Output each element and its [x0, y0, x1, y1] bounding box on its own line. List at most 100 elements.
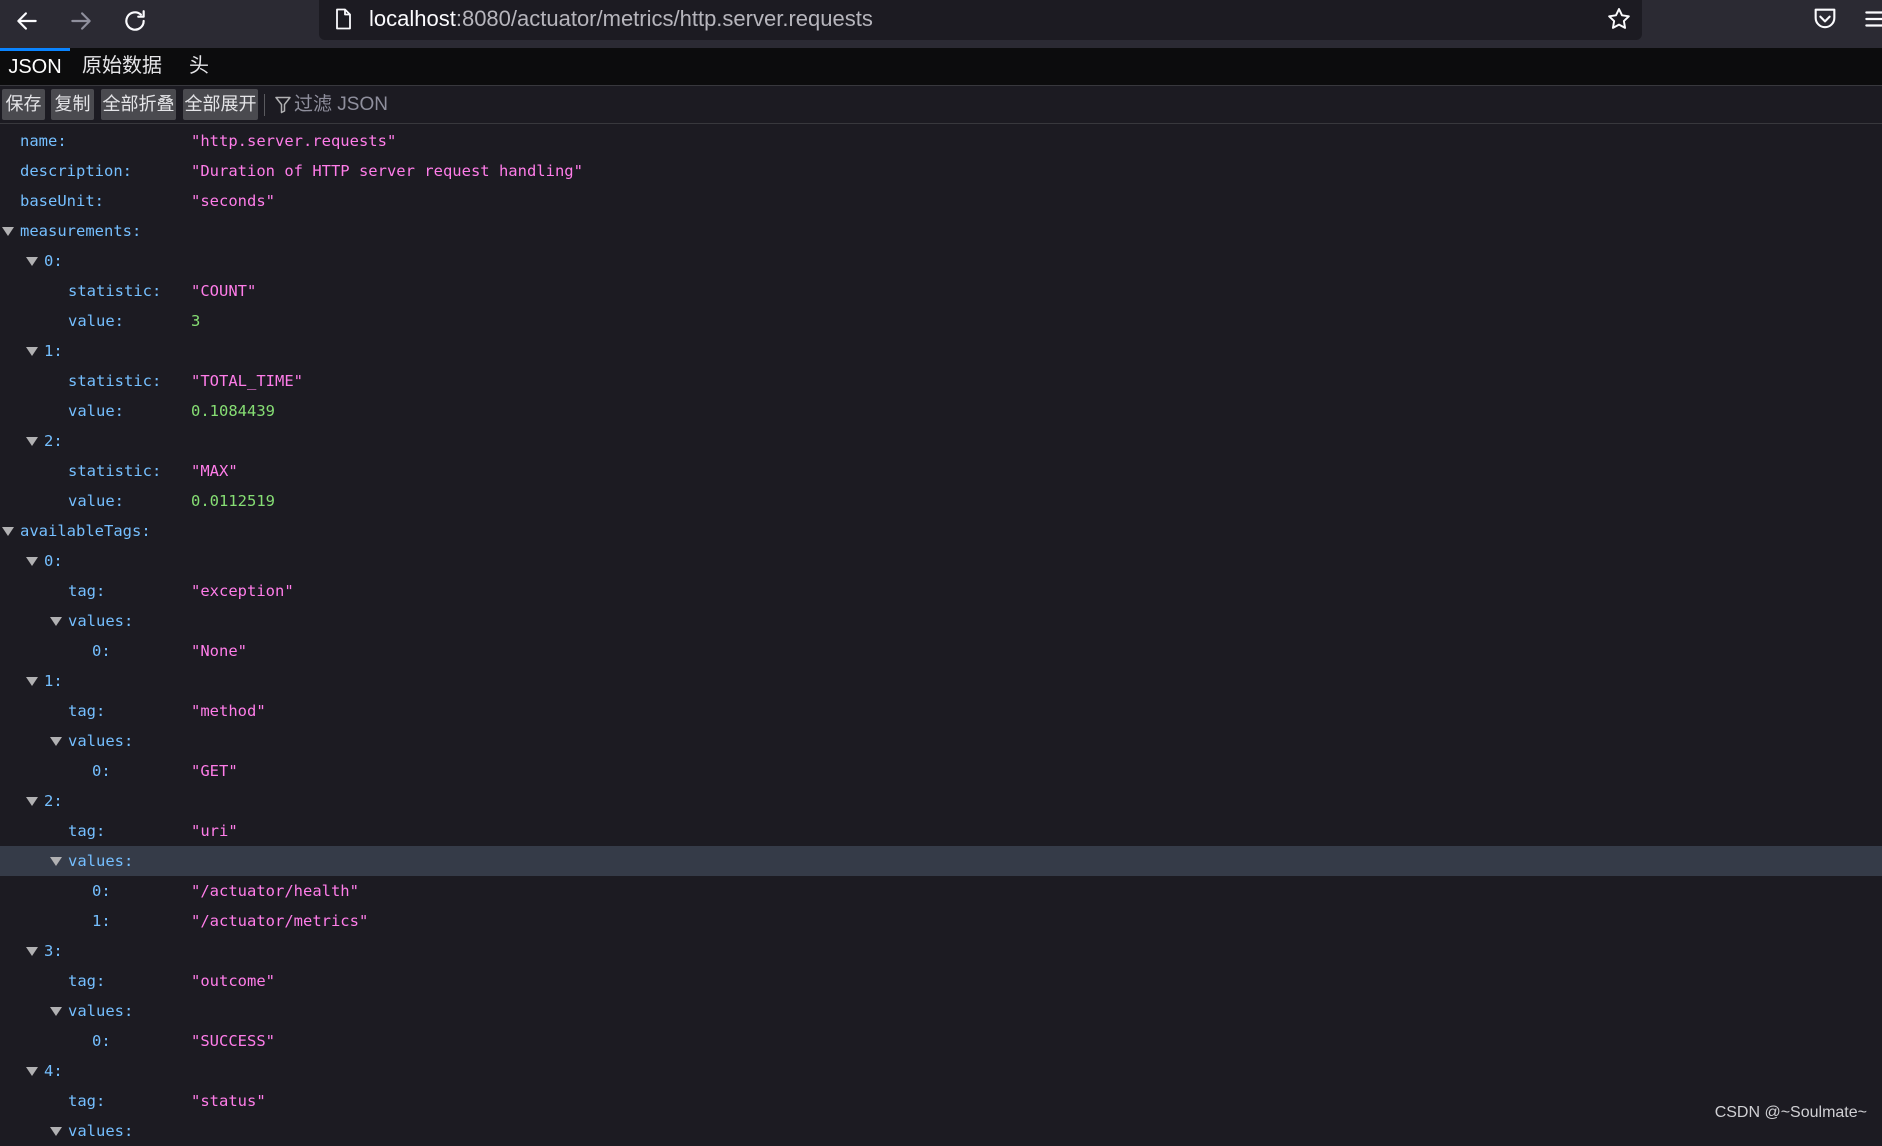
bookmark-star-icon[interactable] [1606, 6, 1632, 32]
tree-key: 3: [44, 942, 63, 960]
tree-row[interactable]: 0: "None" [0, 636, 1882, 666]
expand-toggle-icon[interactable] [50, 737, 62, 746]
expand-toggle-icon[interactable] [26, 257, 38, 266]
url-bar[interactable]: localhost:8080/actuator/metrics/http.ser… [319, 0, 1642, 40]
expand-toggle-icon[interactable] [26, 947, 38, 956]
tree-row[interactable]: tag: "uri" [0, 816, 1882, 846]
expand-toggle-icon[interactable] [26, 677, 38, 686]
tree-row[interactable]: 1: [0, 666, 1882, 696]
tree-key: values: [68, 1002, 134, 1020]
reload-icon [125, 10, 145, 31]
reload-button[interactable] [115, 2, 155, 40]
tree-row[interactable]: values: [0, 996, 1882, 1026]
tree-row[interactable]: values: [0, 1116, 1882, 1146]
pocket-icon[interactable] [1811, 5, 1839, 33]
url-text[interactable]: localhost:8080/actuator/metrics/http.ser… [369, 5, 873, 33]
tree-row[interactable]: tag: "status" [0, 1086, 1882, 1116]
tree-key: 0: [92, 762, 111, 780]
tree-value: "uri" [191, 822, 238, 840]
viewer-tabbar: JSON 原始数据 头 [0, 48, 1882, 86]
tree-row[interactable]: statistic: "TOTAL_TIME" [0, 366, 1882, 396]
tree-row[interactable]: name: "http.server.requests" [0, 126, 1882, 156]
expand-toggle-icon[interactable] [2, 227, 14, 236]
tree-row[interactable]: measurements: [0, 216, 1882, 246]
expand-toggle-icon[interactable] [26, 557, 38, 566]
tree-key: value: [68, 402, 124, 420]
tree-row[interactable]: 2: [0, 786, 1882, 816]
expand-toggle-icon[interactable] [50, 1127, 62, 1136]
tree-key: 1: [44, 342, 63, 360]
tree-row[interactable]: 1: "/actuator/metrics" [0, 906, 1882, 936]
tree-row[interactable]: 0: [0, 546, 1882, 576]
expand-toggle-icon[interactable] [26, 437, 38, 446]
tree-key: values: [68, 852, 134, 870]
tree-row[interactable]: 3: [0, 936, 1882, 966]
tab-json[interactable]: JSON [0, 48, 70, 86]
tree-row[interactable]: description: "Duration of HTTP server req… [0, 156, 1882, 186]
tree-value: 0.0112519 [191, 492, 275, 510]
tree-key: 2: [44, 792, 63, 810]
tree-row[interactable]: 1: [0, 336, 1882, 366]
expand-toggle-icon[interactable] [2, 527, 14, 536]
arrow-left-icon [17, 12, 37, 30]
tab-headers[interactable]: 头 [184, 48, 214, 86]
tree-row[interactable]: 4: [0, 1056, 1882, 1086]
tree-row[interactable]: tag: "method" [0, 696, 1882, 726]
tree-row[interactable]: values: [0, 846, 1882, 876]
tree-row[interactable]: 0: "GET" [0, 756, 1882, 786]
expand-toggle-icon[interactable] [26, 347, 38, 356]
copy-button[interactable]: 复制 [51, 89, 94, 120]
tree-key: availableTags: [20, 522, 151, 540]
tree-key: measurements: [20, 222, 142, 240]
browser-toolbar: localhost:8080/actuator/metrics/http.ser… [0, 0, 1882, 48]
tree-value: "http.server.requests" [191, 132, 397, 150]
tab-raw-data[interactable]: 原始数据 [80, 48, 164, 86]
save-button[interactable]: 保存 [2, 89, 45, 120]
tree-row[interactable]: availableTags: [0, 516, 1882, 546]
tree-key: tag: [68, 1092, 106, 1110]
expand-toggle-icon[interactable] [26, 1067, 38, 1076]
tree-key: values: [68, 732, 134, 750]
tree-row[interactable]: statistic: "MAX" [0, 456, 1882, 486]
tree-row[interactable]: values: [0, 726, 1882, 756]
tree-row[interactable]: value: 0.0112519 [0, 486, 1882, 516]
tree-row[interactable]: value: 3 [0, 306, 1882, 336]
url-path: :8080/actuator/metrics/http.server.reque… [455, 6, 873, 31]
tree-key: statistic: [68, 372, 162, 390]
tree-row[interactable]: 0: "SUCCESS" [0, 1026, 1882, 1056]
tree-value: "Duration of HTTP server request handlin… [191, 162, 583, 180]
toolbar-divider [264, 94, 265, 116]
tree-key: name: [20, 132, 67, 150]
tree-key: tag: [68, 582, 106, 600]
tree-value: "MAX" [191, 462, 238, 480]
tree-row[interactable]: value: 0.1084439 [0, 396, 1882, 426]
expand-toggle-icon[interactable] [26, 797, 38, 806]
expand-toggle-icon[interactable] [50, 1007, 62, 1016]
tree-value: "seconds" [191, 192, 275, 210]
filter-json-input[interactable] [294, 91, 594, 119]
json-toolbar: 保存 复制 全部折叠 全部展开 [0, 86, 1882, 124]
tree-row[interactable]: values: [0, 606, 1882, 636]
hamburger-menu-icon[interactable] [1862, 6, 1882, 32]
tree-row[interactable]: statistic: "COUNT" [0, 276, 1882, 306]
collapse-all-button[interactable]: 全部折叠 [101, 89, 176, 120]
tree-key: 0: [44, 552, 63, 570]
tree-row[interactable]: 2: [0, 426, 1882, 456]
expand-toggle-icon[interactable] [50, 617, 62, 626]
expand-all-button[interactable]: 全部展开 [183, 89, 258, 120]
back-button[interactable] [7, 2, 47, 40]
tree-key: baseUnit: [20, 192, 104, 210]
forward-button[interactable] [61, 2, 101, 40]
tree-key: value: [68, 492, 124, 510]
tree-key: tag: [68, 702, 106, 720]
tree-row[interactable]: baseUnit: "seconds" [0, 186, 1882, 216]
tree-key: values: [68, 612, 134, 630]
tree-row[interactable]: tag: "exception" [0, 576, 1882, 606]
tree-value: "status" [191, 1092, 266, 1110]
tree-row[interactable]: tag: "outcome" [0, 966, 1882, 996]
tree-key: tag: [68, 822, 106, 840]
tree-row[interactable]: 0: [0, 246, 1882, 276]
expand-toggle-icon[interactable] [50, 857, 62, 866]
tree-row[interactable]: 0: "/actuator/health" [0, 876, 1882, 906]
page-icon [336, 8, 351, 30]
